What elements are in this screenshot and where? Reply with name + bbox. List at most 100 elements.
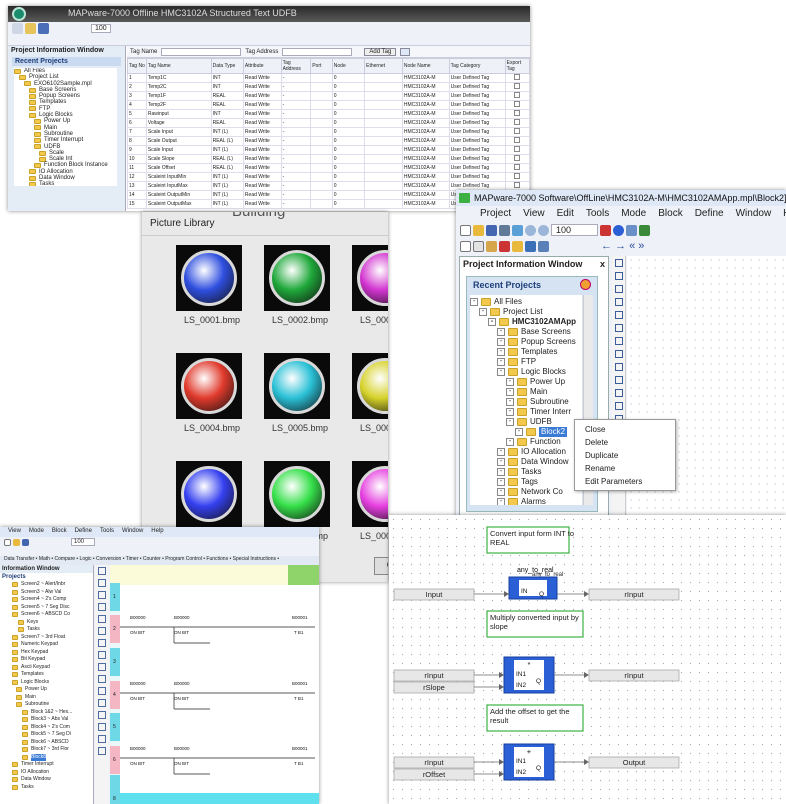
open-icon[interactable] bbox=[13, 538, 20, 546]
text-icon[interactable] bbox=[614, 298, 623, 306]
menu-item[interactable]: Tools bbox=[586, 208, 609, 222]
export-checkbox[interactable] bbox=[514, 83, 521, 89]
timer-icon[interactable] bbox=[98, 639, 106, 647]
delete-icon[interactable] bbox=[600, 224, 612, 236]
select-icon[interactable] bbox=[614, 259, 623, 267]
tree-item[interactable]: - Power Up bbox=[470, 377, 582, 387]
input-icon[interactable] bbox=[614, 350, 623, 358]
new-file-icon[interactable] bbox=[460, 224, 471, 236]
instruction-bar[interactable]: Data Transfer • Math • Compare • Logic •… bbox=[0, 556, 319, 565]
math-icon[interactable] bbox=[98, 675, 106, 683]
output-icon[interactable] bbox=[614, 363, 623, 371]
picture-item[interactable]: LS_0009.bmp bbox=[348, 461, 388, 561]
tree-item[interactable]: Tasks bbox=[8, 784, 93, 792]
picture-item[interactable]: LS_0004.bmp bbox=[172, 353, 252, 453]
zoom-value[interactable]: 100 bbox=[551, 224, 599, 236]
contact-icon[interactable] bbox=[98, 567, 106, 575]
line-icon[interactable] bbox=[614, 311, 623, 319]
picture-item[interactable]: LS_0005.bmp bbox=[260, 353, 340, 453]
tree-item[interactable]: Block8 bbox=[8, 753, 93, 761]
tree-item[interactable]: Power Up bbox=[8, 686, 93, 694]
expand-toggle-icon[interactable]: - bbox=[506, 388, 514, 396]
menu-item[interactable]: View bbox=[523, 208, 545, 222]
save-icon[interactable] bbox=[38, 22, 49, 34]
column-header[interactable]: Node bbox=[331, 58, 366, 74]
table-row[interactable]: 11 Scale Offset REAL (L) Read Write - 0 HMC310… bbox=[127, 163, 530, 173]
tree-item[interactable]: Block 1&2 ~ Hex... bbox=[8, 709, 93, 717]
jump-icon[interactable] bbox=[614, 402, 623, 410]
expand-toggle-icon[interactable]: - bbox=[497, 478, 505, 486]
tree-item[interactable]: - Main bbox=[470, 387, 582, 397]
panel-close-icon[interactable]: x bbox=[600, 259, 605, 269]
export-checkbox[interactable] bbox=[514, 173, 521, 179]
function-icon[interactable] bbox=[614, 376, 623, 384]
tree-item[interactable]: Screen5 ~ 7 Seg Disc bbox=[8, 604, 93, 612]
cut-icon[interactable] bbox=[499, 240, 510, 252]
open-folder-icon[interactable] bbox=[473, 224, 484, 236]
menu-item[interactable]: Block bbox=[52, 528, 67, 537]
expand-toggle-icon[interactable]: - bbox=[497, 338, 505, 346]
label-icon[interactable] bbox=[98, 711, 106, 719]
table-row[interactable]: 5 Rawinput INT Read Write - 0 HMC3102A-M User D… bbox=[127, 109, 530, 119]
tree-item[interactable]: Numeric Keypad bbox=[8, 641, 93, 649]
tree-item[interactable]: - Function bbox=[470, 437, 582, 447]
new-icon[interactable] bbox=[4, 538, 11, 546]
column-header[interactable]: Tag Category bbox=[448, 58, 506, 74]
move-icon[interactable] bbox=[98, 687, 106, 695]
expand-toggle-icon[interactable]: - bbox=[497, 448, 505, 456]
context-menu-item[interactable]: Duplicate bbox=[575, 449, 675, 462]
column-header[interactable]: Ethernet bbox=[364, 58, 403, 74]
menu-item[interactable]: Block bbox=[658, 208, 682, 222]
ladder-canvas[interactable]: 1 2 B00000 ON BIT B00000 ON BIT B00001 T B1 3 4 B0… bbox=[110, 565, 319, 804]
context-menu-item[interactable]: Delete bbox=[575, 436, 675, 449]
add-tag-button[interactable]: Add Tag bbox=[364, 47, 397, 56]
expand-toggle-icon[interactable]: - bbox=[506, 408, 514, 416]
picture-item[interactable]: LS_0006.bmp bbox=[348, 353, 388, 453]
tree-item[interactable]: Keys bbox=[8, 619, 93, 627]
export-checkbox[interactable] bbox=[514, 128, 521, 134]
tree-item[interactable]: - Timer Interr bbox=[470, 407, 582, 417]
note-icon[interactable] bbox=[98, 723, 106, 731]
tree-item[interactable]: Tasks bbox=[8, 626, 93, 634]
context-menu-item[interactable]: Close bbox=[575, 423, 675, 436]
expand-toggle-icon[interactable]: - bbox=[515, 428, 523, 436]
tree-item[interactable]: - Alarms bbox=[470, 497, 582, 505]
export-checkbox[interactable] bbox=[514, 137, 521, 143]
tree-item[interactable]: - UDFB bbox=[470, 417, 582, 427]
tree-item[interactable]: - Block2 bbox=[470, 427, 582, 437]
ladder-zoom[interactable]: 100 bbox=[71, 538, 96, 546]
open-icon[interactable] bbox=[25, 22, 36, 34]
export-checkbox[interactable] bbox=[514, 74, 521, 80]
menu-item[interactable]: Define bbox=[695, 208, 724, 222]
tree-item[interactable]: Ascii Keypad bbox=[8, 664, 93, 672]
tag-address-input[interactable] bbox=[282, 47, 353, 56]
export-checkbox[interactable] bbox=[514, 164, 521, 170]
tree-item[interactable]: Block4 ~ 2's Com bbox=[8, 724, 93, 732]
selected-rung[interactable] bbox=[120, 793, 319, 804]
column-header[interactable]: Attribute bbox=[242, 58, 282, 74]
ok-button[interactable]: OK bbox=[374, 557, 388, 575]
down-icon[interactable] bbox=[98, 747, 106, 755]
tree-item[interactable]: IO Allocation bbox=[8, 769, 93, 777]
tree-item[interactable]: - Data Window bbox=[470, 457, 582, 467]
expand-toggle-icon[interactable]: - bbox=[497, 468, 505, 476]
export-checkbox[interactable] bbox=[514, 146, 521, 152]
column-header[interactable]: Tag Address bbox=[280, 58, 312, 74]
tree-item[interactable]: - Tasks bbox=[470, 467, 582, 477]
tree-item[interactable]: Tasks bbox=[14, 181, 117, 186]
tree-item[interactable]: Block5 ~ 7 Seg Di bbox=[8, 731, 93, 739]
tree-item[interactable]: - Network Co bbox=[470, 487, 582, 497]
column-header[interactable]: Data Type bbox=[210, 58, 244, 74]
menu-item[interactable]: Tools bbox=[100, 528, 114, 537]
picture-item[interactable]: LS_0003.bmp bbox=[348, 245, 388, 345]
jump-icon[interactable] bbox=[98, 699, 106, 707]
grid2-icon[interactable] bbox=[538, 240, 549, 252]
expand-toggle-icon[interactable]: - bbox=[497, 458, 505, 466]
menu-item[interactable]: Window bbox=[736, 208, 772, 222]
column-header[interactable]: Node Name bbox=[401, 58, 450, 74]
image-icon[interactable] bbox=[512, 224, 523, 236]
save-icon[interactable] bbox=[22, 538, 29, 546]
monitor-icon[interactable] bbox=[525, 240, 536, 252]
tree-item[interactable]: Hex Keypad bbox=[8, 649, 93, 657]
tree-item[interactable]: - All Files bbox=[470, 297, 582, 307]
